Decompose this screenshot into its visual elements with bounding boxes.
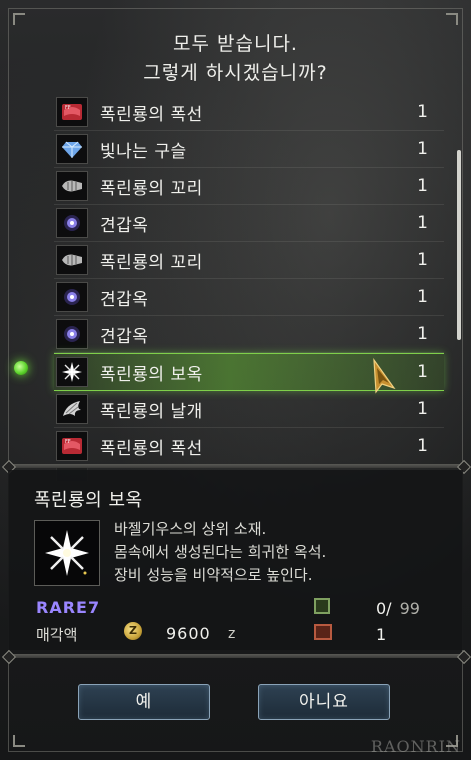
list-item[interactable]: 견갑옥 1	[54, 316, 444, 353]
sell-price-value: 9600	[166, 624, 211, 643]
item-quantity: 1	[417, 250, 428, 270]
item-quantity: 1	[417, 399, 428, 419]
item-name: 폭린룡의 날개	[100, 401, 203, 422]
svg-text:FF: FF	[65, 105, 71, 111]
confirm-prompt: 모두 받습니다. 그렇게 하시겠습니까?	[0, 30, 471, 88]
blue-gem-icon	[56, 134, 88, 164]
owned-count: 0/99	[376, 599, 420, 618]
currency-unit: z	[228, 626, 236, 642]
white-star-gem-icon	[56, 357, 88, 387]
item-quantity: 1	[417, 176, 428, 196]
tail-icon	[56, 171, 88, 201]
item-box-icon	[314, 598, 330, 614]
list-item[interactable]: FF 폭린룡의 폭선 1	[54, 94, 444, 131]
item-name: 폭린룡의 폭선	[100, 104, 203, 125]
frame-corner	[446, 13, 458, 25]
item-name: 견갑옥	[100, 326, 149, 347]
item-quantity: 1	[417, 362, 428, 382]
purple-orb-icon	[56, 282, 88, 312]
sell-price-label: 매각액	[36, 626, 78, 644]
watermark: RAONRIN	[370, 737, 461, 756]
white-star-gem-icon	[34, 520, 100, 586]
cursor-pointer-icon	[370, 357, 396, 400]
list-item[interactable]: 폭린룡의 꼬리 1	[54, 242, 444, 279]
divider	[8, 654, 463, 658]
prompt-line-1: 모두 받습니다.	[173, 33, 298, 55]
item-name: 폭린룡의 꼬리	[100, 252, 203, 273]
description-line: 몸속에서 생성된다는 희귀한 옥석.	[114, 543, 327, 561]
item-name: 폭린룡의 꼬리	[100, 178, 203, 199]
reward-item-list[interactable]: FF 폭린룡의 폭선 1 빛나는 구슬 1 폭린룡의 꼬리 1 견갑옥 1 폭린…	[54, 94, 444, 481]
tail-icon	[56, 245, 88, 275]
red-membrane-icon: FF	[56, 97, 88, 127]
svg-text:FF: FF	[65, 439, 71, 445]
item-name: 폭린룡의 보옥	[100, 364, 203, 385]
scrollbar-thumb[interactable]	[457, 150, 461, 340]
yes-button[interactable]: 예	[78, 684, 210, 720]
stash-count: 1	[376, 625, 387, 644]
list-item[interactable]: 견갑옥 1	[54, 279, 444, 316]
no-button[interactable]: 아니요	[258, 684, 390, 720]
item-name: 빛나는 구슬	[100, 141, 187, 162]
prompt-line-2: 그렇게 하시겠습니까?	[143, 62, 328, 84]
purple-orb-icon	[56, 208, 88, 238]
list-item[interactable]: 견갑옥 1	[54, 205, 444, 242]
item-quantity: 1	[417, 102, 428, 122]
wing-icon	[56, 394, 88, 424]
item-quantity: 1	[417, 436, 428, 456]
item-name: 견갑옥	[100, 215, 149, 236]
list-item[interactable]: 폭린룡의 꼬리 1	[54, 168, 444, 205]
list-item[interactable]: FF 폭린룡의 폭선 1	[54, 428, 444, 465]
description-line: 장비 성능을 비약적으로 높인다.	[114, 566, 313, 584]
detail-title: 폭린룡의 보옥	[34, 490, 143, 511]
item-name: 견갑옥	[100, 289, 149, 310]
list-item[interactable]: 빛나는 구슬 1	[54, 131, 444, 168]
rarity-label: RARE7	[36, 598, 101, 617]
item-quantity: 1	[417, 324, 428, 344]
item-quantity: 1	[417, 287, 428, 307]
item-quantity: 1	[417, 139, 428, 159]
frame-corner	[13, 13, 25, 25]
red-membrane-icon: FF	[56, 431, 88, 461]
item-name: 폭린룡의 폭선	[100, 438, 203, 459]
selection-indicator-icon	[14, 361, 28, 375]
owned-current: 0/	[376, 599, 392, 618]
storage-chest-icon	[314, 624, 332, 640]
zenny-coin-icon: Z	[124, 622, 142, 640]
owned-max: 99	[399, 599, 420, 618]
item-quantity: 1	[417, 213, 428, 233]
divider	[8, 464, 463, 468]
description-line: 바젤기우스의 상위 소재.	[114, 520, 267, 538]
detail-description: 바젤기우스의 상위 소재. 몸속에서 생성된다는 희귀한 옥석. 장비 성능을 …	[114, 518, 326, 587]
frame-corner	[13, 735, 25, 747]
purple-orb-icon	[56, 319, 88, 349]
